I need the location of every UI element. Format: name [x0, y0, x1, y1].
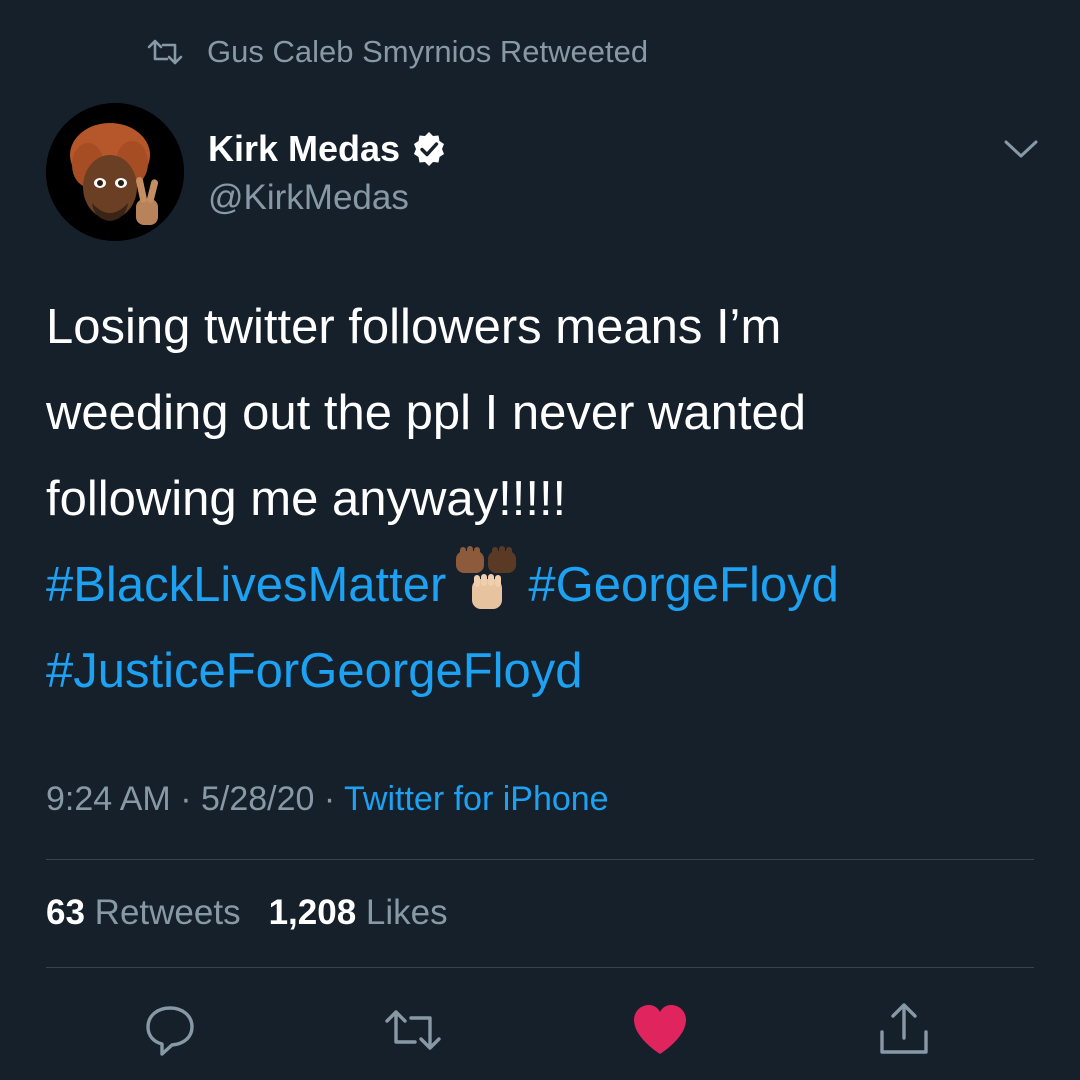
tweet-text: Losing twitter followers means I’m weedi… [46, 284, 1046, 714]
author-handle[interactable]: @KirkMedas [208, 178, 448, 218]
retweet-icon[interactable] [383, 1000, 443, 1060]
tweet-date[interactable]: 5/28/20 [201, 780, 314, 818]
retweets-stat[interactable]: 63 Retweets [46, 893, 241, 932]
verified-badge-icon [410, 130, 448, 168]
author-name[interactable]: Kirk Medas [208, 128, 400, 170]
divider [46, 967, 1034, 968]
tweet-text-line: weeding out the ppl I never wanted [46, 386, 807, 440]
likes-stat[interactable]: 1,208 Likes [269, 893, 448, 932]
retweets-label: Retweets [94, 893, 241, 932]
divider [46, 859, 1034, 860]
retweet-context[interactable]: Gus Caleb Smyrnios Retweeted [145, 30, 648, 74]
tweet-action-bar [0, 1000, 1080, 1060]
retweets-count: 63 [46, 893, 85, 932]
tweet-text-line: following me anyway!!!!! [46, 472, 567, 526]
retweeted-by-text: Gus Caleb Smyrnios Retweeted [207, 34, 649, 69]
more-options-chevron-down-icon[interactable] [1000, 134, 1042, 164]
tweet-hashtag-line: #BlackLivesMatter #GeorgeFloyd [46, 542, 1046, 628]
tweet-hashtag-line: #JusticeForGeorgeFloyd [46, 628, 1046, 714]
likes-label: Likes [365, 893, 448, 932]
meta-separator: · [314, 780, 345, 818]
avatar[interactable] [46, 103, 184, 241]
meta-separator: · [170, 780, 201, 818]
hashtag-link-justiceforgeorgefloyd[interactable]: #JusticeForGeorgeFloyd [46, 644, 583, 698]
raised-fists-emoji-icon [452, 545, 522, 615]
tweet-text-line: Losing twitter followers means I’m [46, 300, 782, 354]
hashtag-link-georgefloyd[interactable]: #GeorgeFloyd [528, 558, 839, 612]
tweet-time[interactable]: 9:24 AM [46, 780, 171, 818]
retweet-icon [145, 37, 185, 67]
likes-count: 1,208 [268, 893, 357, 932]
heart-icon[interactable] [630, 1000, 690, 1060]
tweet-meta: 9:24 AM · 5/28/20 · Twitter for iPhone [46, 780, 609, 819]
tweet-source-link[interactable]: Twitter for iPhone [344, 780, 609, 818]
hashtag-link-blacklivesmatter[interactable]: #BlackLivesMatter [46, 558, 446, 612]
tweet-stats: 63 Retweets 1,208 Likes [46, 893, 448, 933]
memoji-avatar-image [46, 103, 184, 241]
share-icon[interactable] [874, 1000, 934, 1060]
reply-icon[interactable] [140, 1000, 200, 1060]
author-info[interactable]: Kirk Medas @KirkMedas [208, 126, 448, 218]
